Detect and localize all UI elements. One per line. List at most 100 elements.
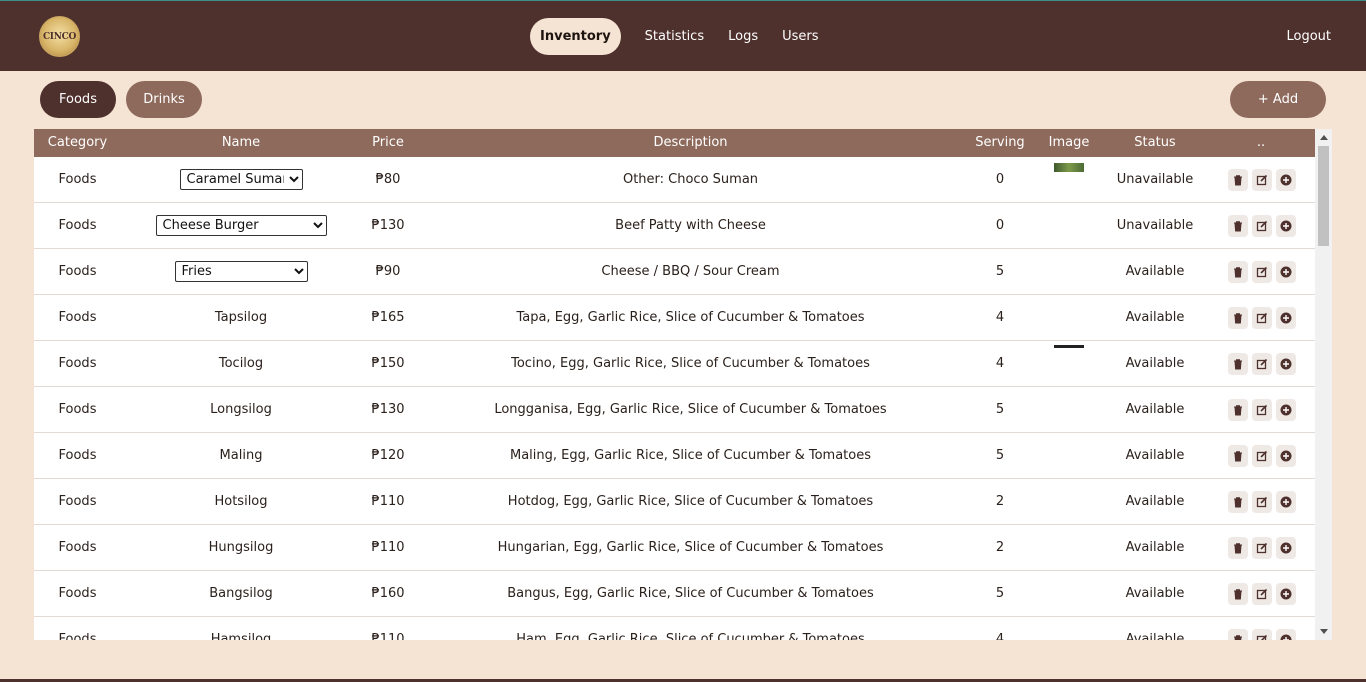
row-serving: 0 bbox=[995, 172, 1005, 187]
row-status: Available bbox=[1125, 310, 1185, 325]
trash-icon[interactable] bbox=[1228, 445, 1248, 467]
row-name: Hamsilog bbox=[210, 632, 272, 640]
edit-icon[interactable] bbox=[1252, 215, 1272, 237]
plus-circle-icon[interactable] bbox=[1276, 537, 1296, 559]
row-description: Bangus, Egg, Garlic Rice, Slice of Cucum… bbox=[507, 586, 874, 601]
cinco-logo[interactable]: CINCO bbox=[39, 16, 80, 57]
row-description: Hotdog, Egg, Garlic Rice, Slice of Cucum… bbox=[507, 494, 874, 509]
row-name: Tapsilog bbox=[214, 310, 268, 325]
trash-icon[interactable] bbox=[1228, 399, 1248, 421]
nav-inventory[interactable]: Inventory bbox=[530, 18, 621, 55]
row-name-cell: Cheese Burger bbox=[144, 203, 338, 249]
row-price: ₱80 bbox=[375, 172, 401, 187]
row-serving: 5 bbox=[995, 586, 1005, 601]
scroll-thumb[interactable] bbox=[1318, 146, 1329, 246]
row-category: Foods bbox=[58, 264, 97, 279]
foods-tab[interactable]: Foods bbox=[40, 81, 116, 118]
trash-icon[interactable] bbox=[1228, 353, 1248, 375]
trash-icon[interactable] bbox=[1228, 261, 1248, 283]
table-scrollbar[interactable] bbox=[1315, 129, 1332, 640]
edit-icon[interactable] bbox=[1252, 307, 1272, 329]
row-name-cell: Hotsilog bbox=[144, 479, 338, 525]
row-status: Available bbox=[1125, 632, 1185, 640]
header-name: Name bbox=[221, 135, 261, 150]
plus-circle-icon[interactable] bbox=[1276, 307, 1296, 329]
row-description: Beef Patty with Cheese bbox=[615, 218, 766, 233]
edit-icon[interactable] bbox=[1252, 537, 1272, 559]
header-price: Price bbox=[372, 135, 404, 150]
trash-icon[interactable] bbox=[1228, 307, 1248, 329]
trash-icon[interactable] bbox=[1228, 491, 1248, 513]
drinks-tab[interactable]: Drinks bbox=[126, 81, 202, 118]
trash-icon[interactable] bbox=[1228, 537, 1248, 559]
row-description: Other: Choco Suman bbox=[622, 172, 759, 187]
trash-icon[interactable] bbox=[1228, 583, 1248, 605]
table-row: Foods Hotsilog ₱110 Hotdog, Egg, Garlic Ric… bbox=[34, 479, 1315, 525]
row-price: ₱120 bbox=[371, 448, 405, 463]
plus-circle-icon[interactable] bbox=[1276, 491, 1296, 513]
row-serving: 4 bbox=[995, 632, 1005, 640]
table-row: Foods Tocilog ₱150 Tocino, Egg, Garlic Rice… bbox=[34, 341, 1315, 387]
row-status: Available bbox=[1125, 264, 1185, 279]
plus-circle-icon[interactable] bbox=[1276, 169, 1296, 191]
edit-icon[interactable] bbox=[1252, 583, 1272, 605]
logout-button[interactable]: Logout bbox=[1286, 18, 1331, 55]
nav-logs[interactable]: Logs bbox=[718, 18, 768, 55]
table-row: Foods Tapsilog ₱165 Tapa, Egg, Garlic Rice,… bbox=[34, 295, 1315, 341]
table-row: Foods Bangsilog ₱160 Bangus, Egg, Garlic Ri… bbox=[34, 571, 1315, 617]
add-item-button[interactable]: + Add bbox=[1230, 81, 1326, 118]
item-image-thumbnail[interactable] bbox=[1054, 163, 1084, 172]
edit-icon[interactable] bbox=[1252, 399, 1272, 421]
plus-circle-icon[interactable] bbox=[1276, 399, 1296, 421]
edit-icon[interactable] bbox=[1252, 445, 1272, 467]
row-actions bbox=[1228, 353, 1296, 375]
row-actions bbox=[1228, 445, 1296, 467]
row-name: Bangsilog bbox=[209, 586, 273, 601]
edit-icon[interactable] bbox=[1252, 353, 1272, 375]
table-row: Foods Cheese Burger ₱130 Beef Patty with Ch… bbox=[34, 203, 1315, 249]
scroll-down-arrow-icon[interactable] bbox=[1315, 623, 1332, 640]
row-category: Foods bbox=[58, 172, 97, 187]
row-actions bbox=[1228, 307, 1296, 329]
row-description: Tocino, Egg, Garlic Rice, Slice of Cucum… bbox=[511, 356, 870, 371]
edit-icon[interactable] bbox=[1252, 169, 1272, 191]
trash-icon[interactable] bbox=[1228, 169, 1248, 191]
row-price: ₱90 bbox=[375, 264, 401, 279]
trash-icon[interactable] bbox=[1228, 215, 1248, 237]
name-select[interactable]: Cheese Burger bbox=[155, 215, 327, 236]
table-row: Foods Caramel Suman ₱80 Other: Choco Suman 0… bbox=[34, 157, 1315, 203]
row-actions bbox=[1228, 629, 1296, 640]
plus-circle-icon[interactable] bbox=[1276, 629, 1296, 640]
row-category: Foods bbox=[58, 448, 97, 463]
scroll-up-arrow-icon[interactable] bbox=[1315, 129, 1332, 146]
inventory-table: Category Name Price Description Serving … bbox=[34, 129, 1332, 640]
row-actions bbox=[1228, 215, 1296, 237]
plus-circle-icon[interactable] bbox=[1276, 261, 1296, 283]
plus-circle-icon[interactable] bbox=[1276, 583, 1296, 605]
row-name: Hotsilog bbox=[214, 494, 268, 509]
row-status: Available bbox=[1125, 356, 1185, 371]
row-category: Foods bbox=[58, 494, 97, 509]
name-select[interactable]: Fries bbox=[174, 261, 308, 282]
item-image-thumbnail[interactable] bbox=[1054, 345, 1084, 348]
edit-icon[interactable] bbox=[1252, 261, 1272, 283]
row-serving: 4 bbox=[995, 356, 1005, 371]
table-row: Foods Fries ₱90 Cheese / BBQ / Sour Cream 5 A… bbox=[34, 249, 1315, 295]
nav-statistics[interactable]: Statistics bbox=[635, 18, 714, 55]
row-actions bbox=[1228, 583, 1296, 605]
row-status: Available bbox=[1125, 402, 1185, 417]
name-select[interactable]: Caramel Suman bbox=[179, 169, 303, 190]
trash-icon[interactable] bbox=[1228, 629, 1248, 640]
table-body: Foods Caramel Suman ₱80 Other: Choco Suman 0… bbox=[34, 157, 1315, 640]
plus-circle-icon[interactable] bbox=[1276, 215, 1296, 237]
row-description: Ham, Egg, Garlic Rice, Slice of Cucumber… bbox=[516, 632, 865, 640]
edit-icon[interactable] bbox=[1252, 491, 1272, 513]
plus-circle-icon[interactable] bbox=[1276, 353, 1296, 375]
edit-icon[interactable] bbox=[1252, 629, 1272, 640]
plus-circle-icon[interactable] bbox=[1276, 445, 1296, 467]
table-header: Category Name Price Description Serving … bbox=[34, 129, 1315, 157]
header-status: Status bbox=[1134, 135, 1176, 150]
logo-text: CINCO bbox=[42, 31, 77, 42]
nav-users[interactable]: Users bbox=[772, 18, 828, 55]
header-serving: Serving bbox=[975, 135, 1025, 150]
